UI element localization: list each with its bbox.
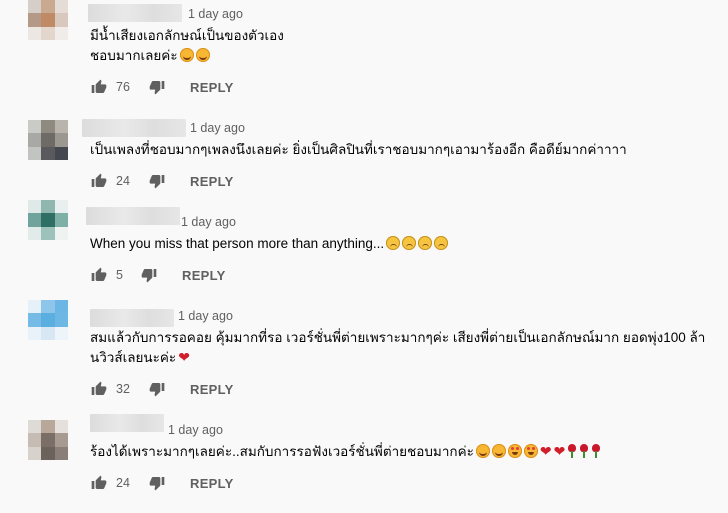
thumb-up-icon[interactable] <box>90 266 108 284</box>
smiling-face-emoji-icon <box>195 48 210 62</box>
sad-face-emoji-icon <box>434 236 449 250</box>
comment-text-line: ร้องได้เพราะมากๆเลยค่ะ..สมกับการรอฟังเวอ… <box>90 442 601 462</box>
thumb-up-icon[interactable] <box>90 78 108 96</box>
smiling-face-emoji-icon <box>475 444 490 458</box>
author-name[interactable] <box>88 4 182 22</box>
comment-text: สมแล้วกับการรอคอย คุ้มมากที่รอ เวอร์ชั่น… <box>90 328 705 368</box>
comment-timestamp[interactable]: 1 day ago <box>190 121 245 135</box>
reply-button[interactable]: REPLY <box>182 268 226 283</box>
author-name[interactable] <box>90 414 164 432</box>
like-count: 32 <box>116 382 130 396</box>
author-name[interactable] <box>82 119 186 137</box>
comment-text-line: ชอบมากเลยค่ะ <box>90 46 284 66</box>
comment-timestamp[interactable]: 1 day ago <box>178 309 233 323</box>
comment-actions: 24 REPLY <box>90 169 234 193</box>
sad-face-emoji-icon <box>386 236 401 250</box>
thumb-down-icon[interactable] <box>148 78 166 96</box>
comment-text-line: เป็นเพลงที่ชอบมากๆเพลงนึงเลยค่ะ ยิ่งเป็น… <box>90 142 627 157</box>
comment-timestamp[interactable]: 1 day ago <box>188 7 243 21</box>
like-count: 24 <box>116 174 130 188</box>
sad-face-emoji-icon <box>418 236 433 250</box>
comment-text: When you miss that person more than anyt… <box>90 234 449 254</box>
thumb-down-icon[interactable] <box>140 266 158 284</box>
avatar[interactable] <box>28 420 68 460</box>
comment-text: มีน้ำเสียงเอกลักษณ์เป็นของตัวเอง ชอบมากเ… <box>90 26 284 66</box>
comment-text-line: When you miss that person more than anyt… <box>90 234 449 254</box>
like-count: 5 <box>116 268 123 282</box>
comment-actions: 5 REPLY <box>90 263 226 287</box>
author-name[interactable] <box>86 207 180 225</box>
thumb-up-icon[interactable] <box>90 474 108 492</box>
like-count: 24 <box>116 476 130 490</box>
comment-actions: 32 REPLY <box>90 377 234 401</box>
red-heart-emoji-icon: ❤ <box>539 443 552 459</box>
rose-emoji-icon <box>591 444 601 458</box>
comment-text-line: สมแล้วกับการรอคอย คุ้มมากที่รอ เวอร์ชั่น… <box>90 330 706 345</box>
rose-emoji-icon <box>579 444 589 458</box>
comment-timestamp[interactable]: 1 day ago <box>168 423 223 437</box>
comment-text-line: นวิวส์เลยนะค่ะ ❤ <box>90 349 190 365</box>
star-struck-emoji-icon <box>507 444 522 458</box>
rose-emoji-icon <box>567 444 577 458</box>
reply-button[interactable]: REPLY <box>190 382 234 397</box>
smiling-face-emoji-icon <box>491 444 506 458</box>
comment-actions: 24 REPLY <box>90 471 234 495</box>
thumb-down-icon[interactable] <box>148 172 166 190</box>
sad-face-emoji-icon <box>402 236 417 250</box>
thumb-up-icon[interactable] <box>90 380 108 398</box>
comment-text: ร้องได้เพราะมากๆเลยค่ะ..สมกับการรอฟังเวอ… <box>90 442 601 462</box>
avatar[interactable] <box>28 200 68 240</box>
reply-button[interactable]: REPLY <box>190 80 234 95</box>
comment-actions: 76 REPLY <box>90 75 234 99</box>
thumb-down-icon[interactable] <box>148 474 166 492</box>
avatar[interactable] <box>28 300 68 340</box>
comment-timestamp[interactable]: 1 day ago <box>181 215 236 229</box>
thumb-up-icon[interactable] <box>90 172 108 190</box>
author-name[interactable] <box>90 309 174 327</box>
thumb-down-icon[interactable] <box>148 380 166 398</box>
comment-text: เป็นเพลงที่ชอบมากๆเพลงนึงเลยค่ะ ยิ่งเป็น… <box>90 140 627 160</box>
red-heart-emoji-icon: ❤ <box>553 443 566 459</box>
reply-button[interactable]: REPLY <box>190 476 234 491</box>
red-heart-emoji-icon: ❤ <box>178 349 190 365</box>
reply-button[interactable]: REPLY <box>190 174 234 189</box>
avatar[interactable] <box>28 120 68 160</box>
comment-text-line: มีน้ำเสียงเอกลักษณ์เป็นของตัวเอง <box>90 28 284 43</box>
avatar[interactable] <box>28 0 68 40</box>
smiling-face-emoji-icon <box>179 48 194 62</box>
like-count: 76 <box>116 80 130 94</box>
star-struck-emoji-icon <box>523 444 538 458</box>
